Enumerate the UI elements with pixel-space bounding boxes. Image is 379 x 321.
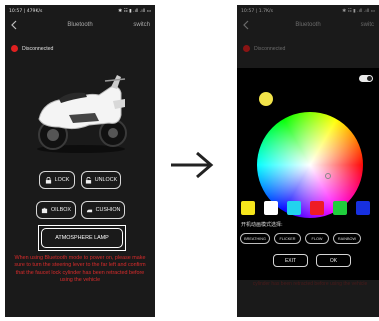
dialog-actions: EXIT OK xyxy=(273,254,351,267)
status-dot-icon xyxy=(243,45,250,52)
unlock-icon xyxy=(85,176,91,184)
unlock-button-label: UNLOCK xyxy=(94,177,118,183)
app-bar: Bluetooth switch xyxy=(5,17,155,33)
connection-status-text: Disconnected xyxy=(254,45,286,52)
connection-status: Disconnected xyxy=(243,45,285,52)
bluetooth-warning-text: cylinder has been retracted before using… xyxy=(252,281,368,287)
status-dot-icon xyxy=(11,45,18,52)
fuel-box-icon xyxy=(41,207,48,213)
lock-icon xyxy=(45,176,51,184)
right-phone-screen: 10:57 | 1.7K/s ✱ ☷ ▮ .ıll .ıll ▭ Bluetoo… xyxy=(237,5,379,317)
color-swatch[interactable] xyxy=(333,201,347,215)
status-icons: ✱ ☷ ▮ .ıll .ıll ▭ xyxy=(342,8,375,14)
lamp-toggle[interactable] xyxy=(359,75,373,82)
oilbox-button-label: OILBOX xyxy=(50,207,72,213)
mode-flow-button[interactable]: FLOW xyxy=(305,233,329,244)
exit-button[interactable]: EXIT xyxy=(273,254,308,267)
left-phone-screen: 10:57 | 479K/s ✱ ☷ ▮ .ıll .ıll ▭ Bluetoo… xyxy=(5,5,155,317)
status-bar: 10:57 | 479K/s ✱ ☷ ▮ .ıll .ıll ▭ xyxy=(5,5,155,17)
status-bar: 10:57 | 1.7K/s ✱ ☷ ▮ .ıll .ıll ▭ xyxy=(237,5,379,17)
cushion-button-label: CUSHION xyxy=(95,207,121,213)
status-time: 10:57 | 1.7K/s xyxy=(241,8,273,14)
selected-color-preview xyxy=(259,92,273,106)
status-time: 10:57 | 479K/s xyxy=(9,8,43,14)
mode-buttons: BREATHING FLICKER FLOW RAINBOW xyxy=(240,233,361,244)
app-bar: Bluetooth switc xyxy=(237,17,379,33)
bluetooth-warning-text: When using Bluetooth mode to power on, p… xyxy=(14,255,146,283)
mode-flicker-button[interactable]: FLICKER xyxy=(274,233,301,244)
atmosphere-lamp-label: ATMOSPHERE LAMP xyxy=(55,235,109,241)
status-icons: ✱ ☷ ▮ .ıll .ıll ▭ xyxy=(118,8,151,14)
lock-button[interactable]: LOCK xyxy=(39,171,75,189)
mode-rainbow-button[interactable]: RAINBOW xyxy=(333,233,361,244)
unlock-button[interactable]: UNLOCK xyxy=(81,171,121,189)
toggle-knob xyxy=(367,76,372,81)
connection-status-text: Disconnected xyxy=(22,45,54,52)
color-wheel-cursor[interactable] xyxy=(325,173,331,179)
color-picker-dialog: 开机动画模式选择: BREATHING FLICKER FLOW RAINBOW… xyxy=(237,68,379,280)
color-swatch[interactable] xyxy=(356,201,370,215)
switch-link[interactable]: switch xyxy=(133,22,150,28)
atmosphere-lamp-button-inner: ATMOSPHERE LAMP xyxy=(41,228,123,248)
color-swatch[interactable] xyxy=(310,201,324,215)
cushion-button[interactable]: CUSHION xyxy=(81,201,125,219)
atmosphere-lamp-button[interactable]: ATMOSPHERE LAMP xyxy=(38,225,126,251)
scooter-image xyxy=(37,75,127,153)
boot-animation-mode-label: 开机动画模式选择: xyxy=(241,222,283,228)
color-swatch[interactable] xyxy=(241,201,255,215)
lock-button-label: LOCK xyxy=(54,177,70,183)
seat-icon xyxy=(86,209,92,212)
connection-status: Disconnected xyxy=(11,45,53,52)
color-swatch[interactable] xyxy=(287,201,301,215)
preset-swatches xyxy=(241,201,370,215)
transition-arrow-icon xyxy=(171,151,214,179)
page-title: Bluetooth xyxy=(295,22,321,28)
switch-link[interactable]: switc xyxy=(361,22,374,28)
oilbox-button[interactable]: OILBOX xyxy=(36,201,76,219)
ok-button[interactable]: OK xyxy=(316,254,351,267)
mode-breathing-button[interactable]: BREATHING xyxy=(240,233,270,244)
color-swatch[interactable] xyxy=(264,201,278,215)
